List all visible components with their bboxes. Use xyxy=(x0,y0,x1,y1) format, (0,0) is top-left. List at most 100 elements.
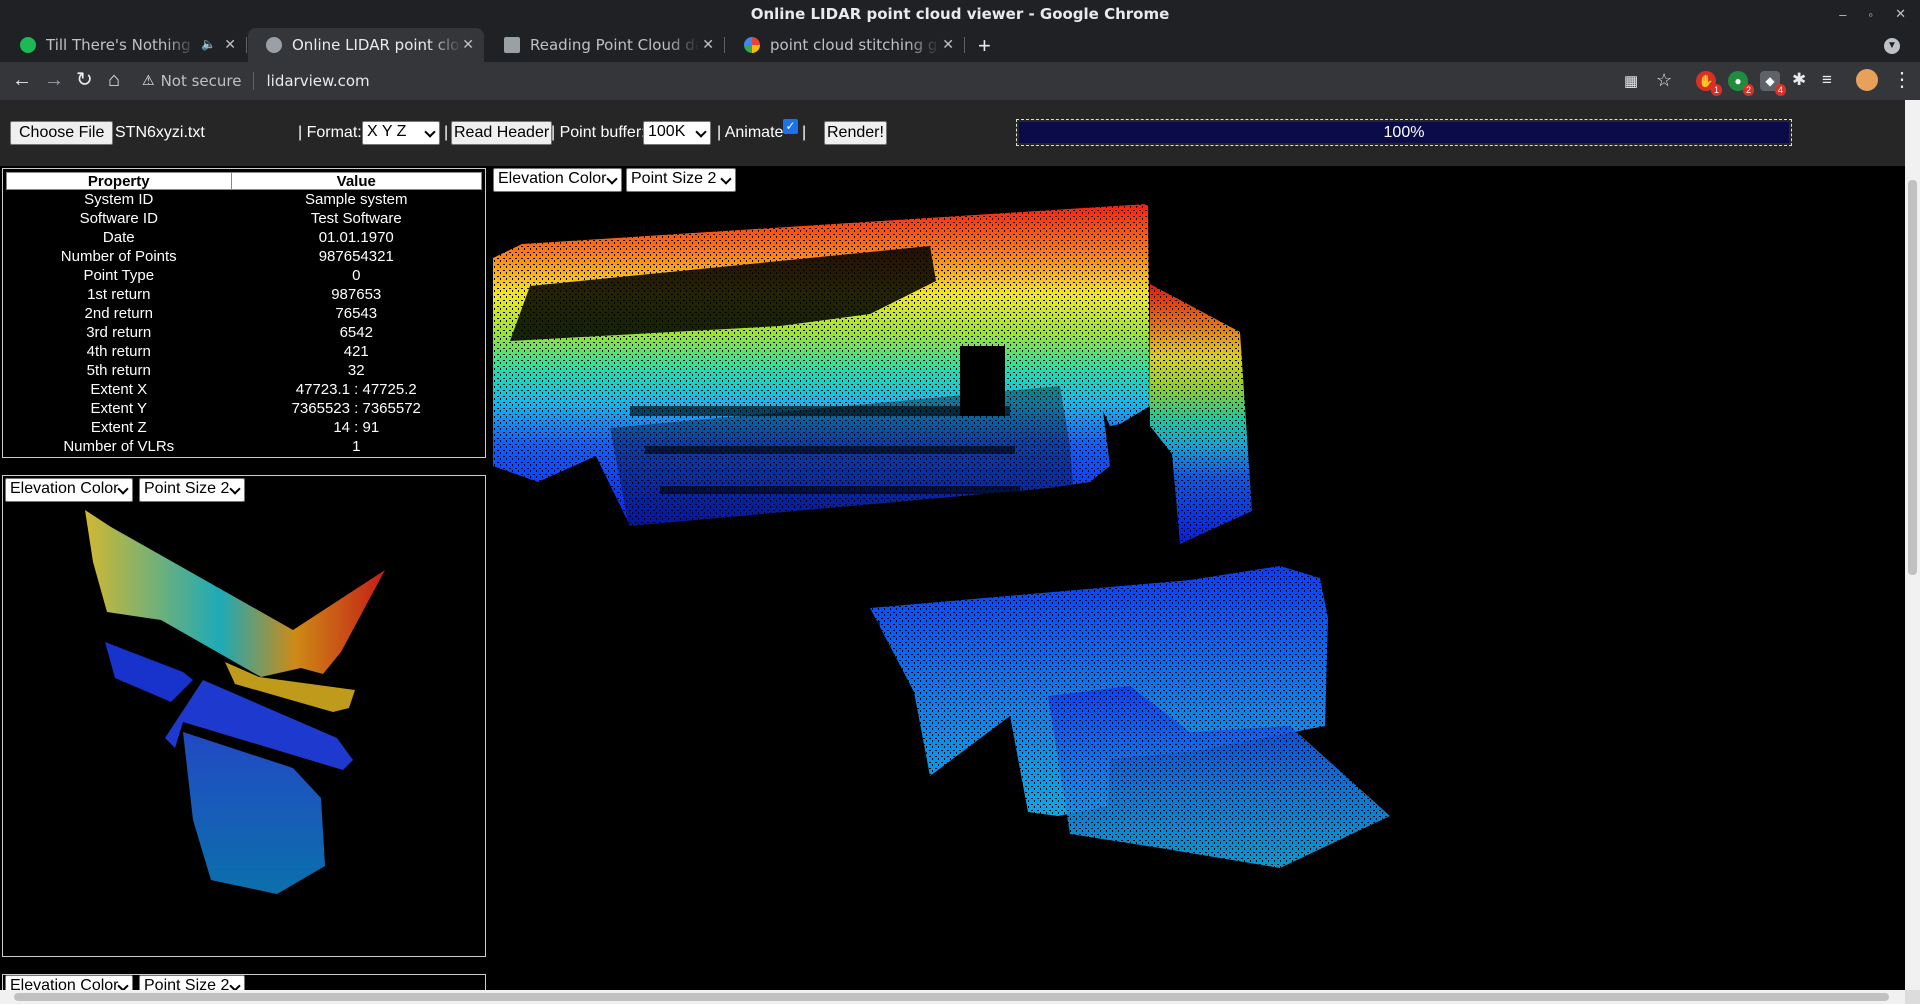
table-row: Number of Points 987654321 xyxy=(7,247,482,266)
close-icon[interactable]: ✕ xyxy=(224,37,236,53)
home-icon[interactable]: ⌂ xyxy=(108,70,120,90)
translate-icon[interactable]: ▦ xyxy=(1624,72,1638,92)
value-cell: 0 xyxy=(352,267,361,284)
vertical-scrollbar[interactable] xyxy=(1905,100,1920,990)
value-cell: 47723.1 : 47725.2 xyxy=(295,381,417,398)
close-icon[interactable]: ✕ xyxy=(942,37,954,53)
close-window-icon[interactable]: ✕ xyxy=(1895,6,1906,22)
buffer-label: | Point buffer: xyxy=(551,124,646,141)
tab-label: point cloud stitching github xyxy=(770,36,940,54)
property-cell: 1st return xyxy=(87,286,151,303)
google-icon xyxy=(744,37,760,53)
format-select[interactable]: X Y Z xyxy=(362,121,440,145)
property-cell: Date xyxy=(102,229,135,246)
forward-icon[interactable]: → xyxy=(44,70,64,90)
building-point-cloud xyxy=(493,204,1393,884)
globe-icon xyxy=(266,37,282,53)
tab-label: Reading Point Cloud data xyxy=(530,36,700,54)
animate-checkbox[interactable]: ✓ xyxy=(783,119,798,134)
warning-icon[interactable]: ⚠ xyxy=(142,73,155,89)
side-lower-block xyxy=(105,642,193,702)
table-row: Extent Y 7365523 : 7365572 xyxy=(7,399,482,418)
property-cell: 3rd return xyxy=(86,324,152,341)
restore-icon[interactable]: ◦ xyxy=(1868,7,1873,22)
tab-label: Till There's Nothing Left xyxy=(46,36,196,54)
table-row: Extent Z 14 : 91 xyxy=(7,418,482,437)
format-label: | Format: xyxy=(298,124,362,141)
window-controls: – ◦ ✕ xyxy=(1839,0,1906,28)
table-row: 4th return 421 xyxy=(7,342,482,361)
table-row: Number of VLRs 1 xyxy=(7,437,482,456)
side-point-cloud-canvas[interactable] xyxy=(3,502,486,942)
back-icon[interactable]: ← xyxy=(12,70,32,90)
main-point-cloud-canvas[interactable] xyxy=(490,166,1905,990)
scroll-thumb[interactable] xyxy=(1908,180,1917,575)
value-cell: 6542 xyxy=(339,324,373,341)
close-icon[interactable]: ✕ xyxy=(462,37,474,53)
side-color-select[interactable]: Elevation Color xyxy=(5,478,133,502)
property-cell: Software ID xyxy=(79,210,158,227)
avatar[interactable] xyxy=(1856,69,1878,91)
table-row: Date 01.01.1970 xyxy=(7,228,482,247)
spotify-icon xyxy=(20,37,36,53)
table-row: 2nd return 76543 xyxy=(7,304,482,323)
reload-icon[interactable]: ↻ xyxy=(76,70,93,90)
tab-spotify[interactable]: Till There's Nothing Left 🔈 ✕ xyxy=(2,28,247,62)
tab-search-icon[interactable]: ▼ xyxy=(1884,38,1900,54)
browser-toolbar: ← → ↻ ⌂ ⚠ Not secure lidarview.com ▦ ☆ ✋… xyxy=(0,62,1920,100)
value-cell: 32 xyxy=(347,362,365,379)
read-header-button[interactable]: Read Header xyxy=(451,121,553,145)
property-cell: Extent X xyxy=(90,381,148,398)
buffer-select[interactable]: 100K xyxy=(643,121,711,145)
audio-icon[interactable]: 🔈 xyxy=(201,37,216,51)
table-row: Software ID Test Software xyxy=(7,209,482,228)
media-icon[interactable]: ≡ xyxy=(1822,70,1832,90)
puzzle-icon[interactable]: ✱ xyxy=(1792,70,1806,90)
side-view-panel-2[interactable]: Elevation Color Point Size 2 xyxy=(2,974,486,990)
window-title: Online LIDAR point cloud viewer - Google… xyxy=(0,0,1920,28)
table-row: System ID Sample system xyxy=(7,190,482,210)
main-view-panel[interactable]: Elevation Color Point Size 2 xyxy=(490,166,1905,990)
scroll-thumb[interactable] xyxy=(14,993,1889,1001)
value-cell: 76543 xyxy=(335,305,378,322)
property-cell: 4th return xyxy=(86,343,151,360)
url-text[interactable]: lidarview.com xyxy=(266,72,369,90)
side2-size-select[interactable]: Point Size 2 xyxy=(139,975,245,990)
tab-google[interactable]: point cloud stitching github ✕ xyxy=(726,28,965,62)
property-cell: Extent Z xyxy=(90,419,147,436)
side-size-select[interactable]: Point Size 2 xyxy=(139,478,245,502)
render-button[interactable]: Render! xyxy=(824,121,887,145)
new-tab-button[interactable]: + xyxy=(978,33,991,59)
choose-file-button[interactable]: Choose File xyxy=(10,121,114,145)
value-cell: 421 xyxy=(343,343,369,360)
value-cell: 14 : 91 xyxy=(333,419,380,436)
side-view-panel[interactable]: Elevation Color Point Size 2 xyxy=(2,475,486,957)
value-cell: 01.01.1970 xyxy=(318,229,394,246)
table-row: Extent X 47723.1 : 47725.2 xyxy=(7,380,482,399)
adblock-icon[interactable]: ✋ 1 xyxy=(1696,71,1722,96)
value-cell: 987653 xyxy=(331,286,382,303)
close-icon[interactable]: ✕ xyxy=(702,37,714,53)
chat-icon[interactable]: ● 2 xyxy=(1728,71,1754,96)
side2-color-select[interactable]: Elevation Color xyxy=(5,975,133,990)
value-cell: 1 xyxy=(352,438,361,455)
address-bar[interactable]: ⚠ Not secure lidarview.com xyxy=(142,67,370,95)
security-status[interactable]: Not secure xyxy=(161,72,242,90)
horizontal-scrollbar[interactable] xyxy=(0,990,1905,1004)
property-cell: 5th return xyxy=(86,362,151,379)
bookmark-star-icon[interactable]: ☆ xyxy=(1656,70,1672,90)
reader-icon xyxy=(504,37,520,53)
file-name: STN6xyzi.txt xyxy=(115,124,205,141)
shield-icon[interactable]: ◆ 4 xyxy=(1760,71,1786,96)
menu-icon[interactable]: ⋮ xyxy=(1892,70,1912,90)
point-noise xyxy=(493,204,1393,884)
property-cell: System ID xyxy=(84,191,154,208)
tab-label: Online LIDAR point cloud viewer xyxy=(292,36,462,54)
tab-lidarview[interactable]: Online LIDAR point cloud viewer ✕ xyxy=(248,28,484,62)
value-cell: 987654321 xyxy=(318,248,394,265)
minimize-icon[interactable]: – xyxy=(1839,7,1846,22)
column-header-property: Property xyxy=(6,172,232,190)
header-table: Property Value System ID Sample system Sof… xyxy=(6,172,482,456)
tab-reading[interactable]: Reading Point Cloud data ✕ xyxy=(486,28,725,62)
column-header-value: Value xyxy=(230,172,482,190)
